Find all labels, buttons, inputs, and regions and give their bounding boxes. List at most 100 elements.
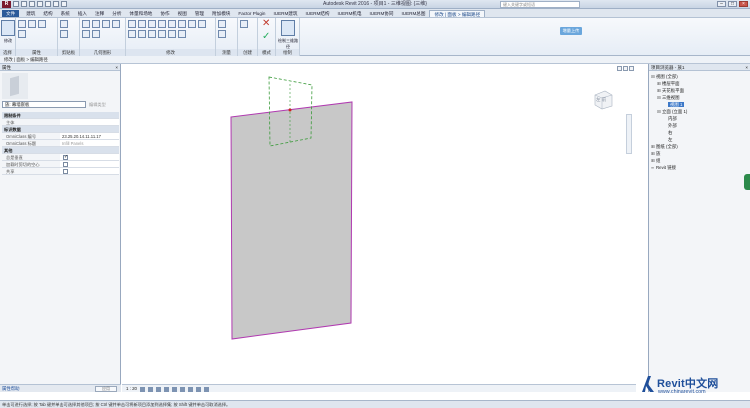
tab-16[interactable]: IUERM协同 (365, 10, 397, 17)
panel-label-measure[interactable]: 测量 (216, 49, 237, 56)
browser-tree-item[interactable]: 视图 1 (651, 101, 748, 108)
browser-tree-item[interactable]: ⊞图纸 (全部) (651, 143, 748, 150)
close-icon[interactable]: × (115, 64, 118, 71)
incremental-upload-button[interactable]: 增量上传 (560, 27, 582, 35)
panel-label-properties[interactable]: 属性 (16, 49, 57, 56)
maximize-button[interactable]: □ (728, 1, 737, 7)
apply-button[interactable]: 应用 (95, 386, 117, 392)
trim-extend-icon[interactable] (178, 30, 186, 38)
minimize-button[interactable]: – (717, 1, 726, 7)
shadows-icon[interactable] (164, 386, 169, 392)
mirror-draw-icon[interactable] (158, 20, 166, 28)
browser-tree-item[interactable]: 右 (651, 129, 748, 136)
scale-icon[interactable] (148, 30, 156, 38)
browser-tree-item[interactable]: 左 (651, 136, 748, 143)
align-icon[interactable] (128, 20, 136, 28)
panel-label-mode[interactable]: 模式 (258, 49, 275, 56)
finish-edit-icon[interactable]: ✓ (262, 31, 270, 42)
tab-1[interactable]: 建筑 (22, 10, 39, 17)
rotate-icon[interactable] (188, 20, 196, 28)
crop-view-icon[interactable] (172, 386, 177, 392)
tab-7[interactable]: 体量和场地 (125, 10, 156, 17)
tab-12[interactable]: Factor Plugin (234, 10, 269, 17)
tab-9[interactable]: 视图 (174, 10, 191, 17)
browser-tree-item[interactable]: ⊞组 (651, 157, 748, 164)
view-scale[interactable]: 1 : 20 (126, 385, 137, 392)
split-icon[interactable] (128, 30, 136, 38)
group-other[interactable]: 其他 (2, 147, 119, 154)
paste-icon[interactable] (60, 20, 68, 28)
browser-tree-item[interactable]: ⊟视图 (全部) (651, 73, 748, 80)
family-types-icon[interactable] (38, 20, 46, 28)
panel-label-create[interactable]: 创建 (238, 49, 257, 56)
join-icon[interactable] (102, 20, 110, 28)
tab-11[interactable]: 附加模块 (208, 10, 234, 17)
create-group-icon[interactable] (240, 20, 248, 28)
tab-14[interactable]: IUERM结构 (301, 10, 333, 17)
curtain-panel[interactable] (230, 101, 353, 340)
properties-icon[interactable] (18, 20, 26, 28)
close-icon[interactable]: × (745, 64, 748, 71)
cut-geometry-icon[interactable] (92, 20, 100, 28)
show-crop-icon[interactable] (180, 386, 185, 392)
pin-icon[interactable] (158, 30, 166, 38)
browser-tree-item[interactable]: 内部 (651, 115, 748, 122)
lock-3d-icon[interactable] (188, 386, 193, 392)
edit-type-button[interactable]: 编辑类型 (89, 101, 106, 108)
close-button[interactable]: × (739, 1, 748, 7)
property-value[interactable]: 23.25.20.14.11.11.17 (60, 133, 119, 139)
panel-label-draw[interactable]: 绘制 (276, 49, 299, 56)
browser-tree-item[interactable]: 外部 (651, 122, 748, 129)
tab-2[interactable]: 结构 (39, 10, 56, 17)
browser-tree-item[interactable]: ⊞族 (651, 150, 748, 157)
cancel-edit-icon[interactable]: ✕ (262, 18, 270, 29)
group-identity-data[interactable]: 标识数据 (2, 126, 119, 133)
tab-5[interactable]: 注释 (91, 10, 108, 17)
shared-checkbox[interactable] (63, 169, 68, 174)
always-vertical-checkbox[interactable] (63, 154, 68, 160)
undo-icon[interactable] (29, 1, 35, 7)
app-logo[interactable]: R (2, 1, 11, 8)
detail-level-icon[interactable] (140, 386, 145, 392)
properties-help-link[interactable]: 属性帮助 (2, 386, 20, 391)
viewcube[interactable]: 左 前 (592, 88, 614, 110)
visual-style-icon[interactable] (148, 386, 153, 392)
3d-view-icon[interactable] (61, 1, 67, 7)
property-value[interactable] (60, 119, 119, 125)
browser-tree-item[interactable]: ⊞楼层平面 (651, 80, 748, 87)
cut-icon[interactable] (60, 30, 68, 38)
move-icon[interactable] (168, 20, 176, 28)
tab-17[interactable]: IUERM总图 (397, 10, 429, 17)
measure-distance-icon[interactable] (218, 20, 226, 28)
delete-icon[interactable] (168, 30, 176, 38)
tab-0[interactable]: 文件 (2, 10, 20, 17)
side-panel-toggle[interactable] (744, 174, 750, 190)
wall-join-icon[interactable] (92, 30, 100, 38)
mirror-axis-icon[interactable] (148, 20, 156, 28)
tab-13[interactable]: IUERM建筑 (269, 10, 301, 17)
drawing-area[interactable]: 左 前 (122, 64, 636, 384)
tab-15[interactable]: IUERM机电 (333, 10, 365, 17)
panel-label-select[interactable]: 选择 (0, 49, 15, 56)
tab-8[interactable]: 协作 (156, 10, 173, 17)
open-icon[interactable] (13, 1, 19, 7)
navigation-bar[interactable] (626, 114, 632, 154)
measure-icon[interactable] (53, 1, 59, 7)
type-selector[interactable]: 族: 幕墙嵌板 (2, 101, 86, 108)
browser-tree-item[interactable]: ⊞天花板平面 (651, 87, 748, 94)
split-face-icon[interactable] (112, 20, 120, 28)
tab-4[interactable]: 插入 (74, 10, 91, 17)
panel-label-clipboard[interactable]: 剪贴板 (58, 49, 79, 56)
print-icon[interactable] (45, 1, 51, 7)
sun-path-icon[interactable] (156, 386, 161, 392)
modify-cursor-icon[interactable] (1, 20, 15, 36)
tab-3[interactable]: 系统 (57, 10, 74, 17)
tab-10[interactable]: 管理 (191, 10, 208, 17)
cope-icon[interactable] (82, 20, 90, 28)
tab-18[interactable]: 修改 | 面板 > 编辑路径 (429, 10, 486, 17)
path-endpoint[interactable] (288, 108, 292, 112)
trim-icon[interactable] (198, 20, 206, 28)
redo-icon[interactable] (37, 1, 43, 7)
tab-6[interactable]: 分析 (108, 10, 125, 17)
paint-icon[interactable] (82, 30, 90, 38)
